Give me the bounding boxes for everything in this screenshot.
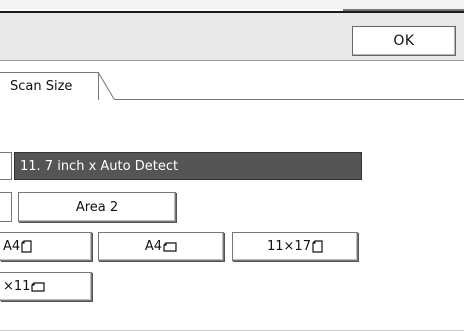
tab-underline [114,99,464,100]
tab-label: Scan Size [10,79,73,94]
portrait-paper-icon [312,240,323,253]
letter-portrait-button[interactable]: ×11 [0,272,92,301]
letter-partial-label: ×11 [3,279,31,294]
a4-portrait-label: A4 [3,239,21,254]
previous-option-stub[interactable] [0,192,12,222]
11x17-button[interactable]: 11×17 [232,232,358,261]
portrait-paper-icon [21,240,32,253]
header-divider [0,60,464,61]
tab-scan-size[interactable]: Scan Size [0,72,99,100]
area-2-label: Area 2 [75,199,119,215]
11x17-label: 11×17 [267,239,311,254]
tab-edge [97,72,115,100]
a4-landscape-label: A4 [144,239,163,254]
area-2-button[interactable]: Area 2 [18,192,176,222]
previous-option-stub[interactable] [0,152,12,180]
portrait-paper-icon [31,281,46,292]
a4-portrait-button[interactable]: A4 [0,232,92,261]
a4-landscape-button[interactable]: A4 [98,232,224,261]
title-strip [0,0,464,9]
ok-button[interactable]: OK [352,26,456,56]
selected-scan-size: 11. 7 inch x Auto Detect [14,152,362,180]
landscape-paper-icon [163,241,177,252]
